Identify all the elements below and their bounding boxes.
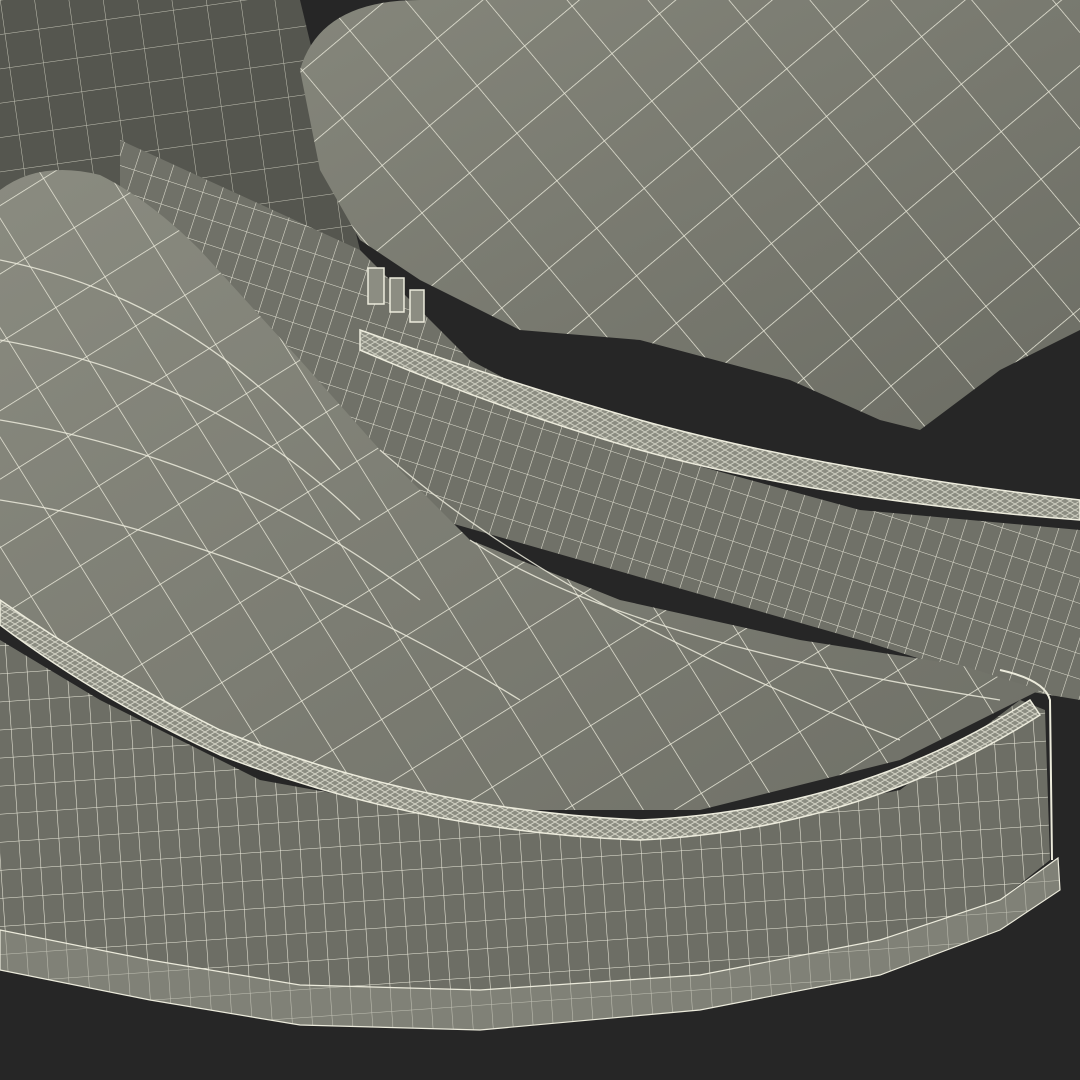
wireframe-render bbox=[0, 0, 1080, 1031]
